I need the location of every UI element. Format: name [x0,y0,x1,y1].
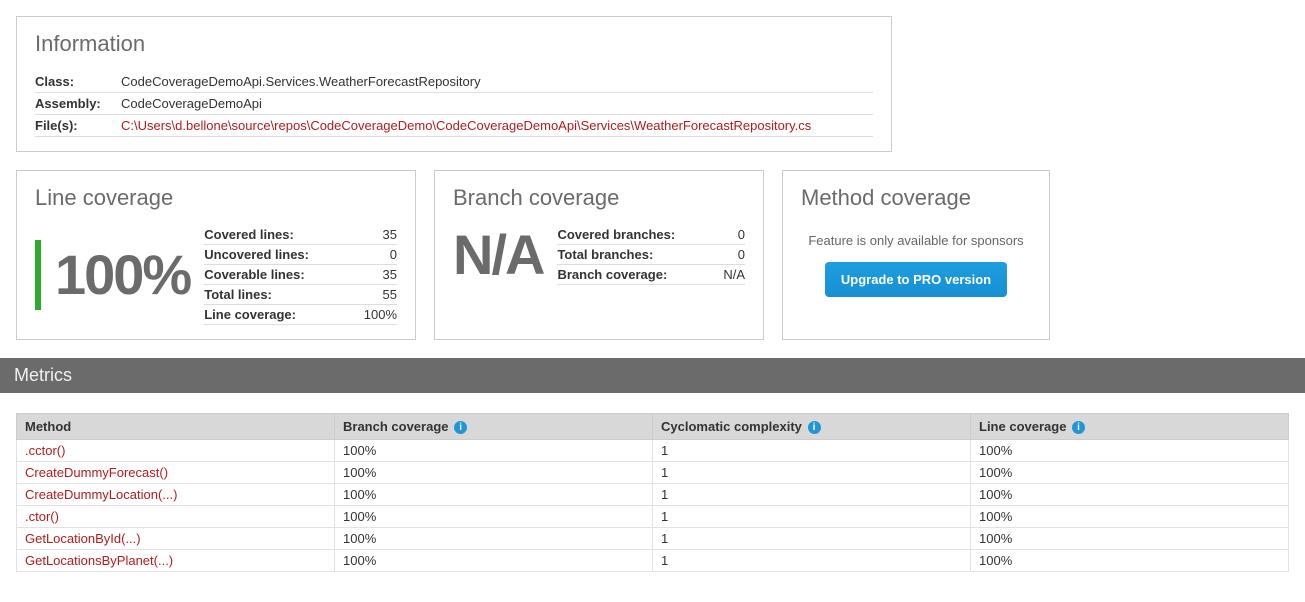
col-line: Line coverage i [971,414,1289,440]
stat-value: 100% [341,305,397,325]
stat-label: Coverable lines: [204,265,340,285]
information-title: Information [35,31,873,57]
metrics-table: Method Branch coverage i Cyclomatic comp… [16,413,1289,572]
sponsor-note: Feature is only available for sponsors [801,233,1031,248]
cell-branch: 100% [335,528,653,550]
table-row: CreateDummyLocation(...) 100%1100% [17,484,1289,506]
cell-cyclo: 1 [653,484,971,506]
info-row-class: Class: CodeCoverageDemoApi.Services.Weat… [35,71,873,93]
cell-line: 100% [971,440,1289,462]
line-coverage-percent: 100% [55,247,190,303]
stat-value: 35 [341,265,397,285]
table-row: .ctor() 100%1100% [17,506,1289,528]
info-value-class: CodeCoverageDemoApi.Services.WeatherFore… [121,71,873,93]
info-icon[interactable]: i [808,421,821,434]
file-link[interactable]: C:\Users\d.bellone\source\repos\CodeCove… [121,118,811,133]
branch-coverage-stats: Covered branches:0 Total branches:0 Bran… [557,225,745,285]
line-coverage-title: Line coverage [35,185,397,211]
cell-branch: 100% [335,484,653,506]
stat-value: 0 [705,245,745,265]
table-row: GetLocationById(...) 100%1100% [17,528,1289,550]
cell-cyclo: 1 [653,528,971,550]
cell-line: 100% [971,506,1289,528]
table-row: GetLocationsByPlanet(...) 100%1100% [17,550,1289,572]
info-row-assembly: Assembly: CodeCoverageDemoApi [35,93,873,115]
stat-value: 0 [705,225,745,245]
stat-label: Line coverage: [204,305,340,325]
stat-label: Covered branches: [557,225,705,245]
information-card: Information Class: CodeCoverageDemoApi.S… [16,16,892,152]
information-table: Class: CodeCoverageDemoApi.Services.Weat… [35,71,873,137]
branch-coverage-percent: N/A [453,227,543,283]
cell-branch: 100% [335,506,653,528]
stat-label: Branch coverage: [557,265,705,285]
method-coverage-title: Method coverage [801,185,1031,211]
cell-line: 100% [971,484,1289,506]
stat-value: N/A [705,265,745,285]
cell-line: 100% [971,550,1289,572]
stat-value: 55 [341,285,397,305]
method-link[interactable]: GetLocationsByPlanet(...) [25,553,173,568]
branch-coverage-card: Branch coverage N/A Covered branches:0 T… [434,170,764,340]
stat-label: Total branches: [557,245,705,265]
stat-label: Total lines: [204,285,340,305]
col-method: Method [17,414,335,440]
info-icon[interactable]: i [454,421,467,434]
stat-value: 0 [341,245,397,265]
cell-cyclo: 1 [653,462,971,484]
cell-line: 100% [971,462,1289,484]
method-link[interactable]: CreateDummyForecast() [25,465,168,480]
metrics-header: Metrics [0,358,1305,393]
method-coverage-card: Method coverage Feature is only availabl… [782,170,1050,340]
cell-branch: 100% [335,440,653,462]
branch-coverage-title: Branch coverage [453,185,745,211]
stat-label: Uncovered lines: [204,245,340,265]
method-link[interactable]: .cctor() [25,443,65,458]
col-cyclo: Cyclomatic complexity i [653,414,971,440]
table-row: CreateDummyForecast() 100%1100% [17,462,1289,484]
stat-label: Covered lines: [204,225,340,245]
coverage-cards-row: Line coverage 100% Covered lines:35 Unco… [16,170,1289,340]
method-link[interactable]: CreateDummyLocation(...) [25,487,177,502]
info-value-assembly: CodeCoverageDemoApi [121,93,873,115]
cell-branch: 100% [335,462,653,484]
metrics-header-row: Method Branch coverage i Cyclomatic comp… [17,414,1289,440]
cell-cyclo: 1 [653,550,971,572]
method-link[interactable]: .ctor() [25,509,59,524]
upgrade-button[interactable]: Upgrade to PRO version [825,262,1007,297]
info-label-class: Class: [35,71,121,93]
info-label-assembly: Assembly: [35,93,121,115]
cell-cyclo: 1 [653,440,971,462]
cell-line: 100% [971,528,1289,550]
table-row: .cctor() 100%1100% [17,440,1289,462]
method-link[interactable]: GetLocationById(...) [25,531,141,546]
cell-cyclo: 1 [653,506,971,528]
cell-branch: 100% [335,550,653,572]
stat-value: 35 [341,225,397,245]
info-icon[interactable]: i [1072,421,1085,434]
line-coverage-stats: Covered lines:35 Uncovered lines:0 Cover… [204,225,397,325]
line-coverage-card: Line coverage 100% Covered lines:35 Unco… [16,170,416,340]
info-label-files: File(s): [35,115,121,137]
line-coverage-bar [35,240,41,310]
col-branch: Branch coverage i [335,414,653,440]
info-row-files: File(s): C:\Users\d.bellone\source\repos… [35,115,873,137]
